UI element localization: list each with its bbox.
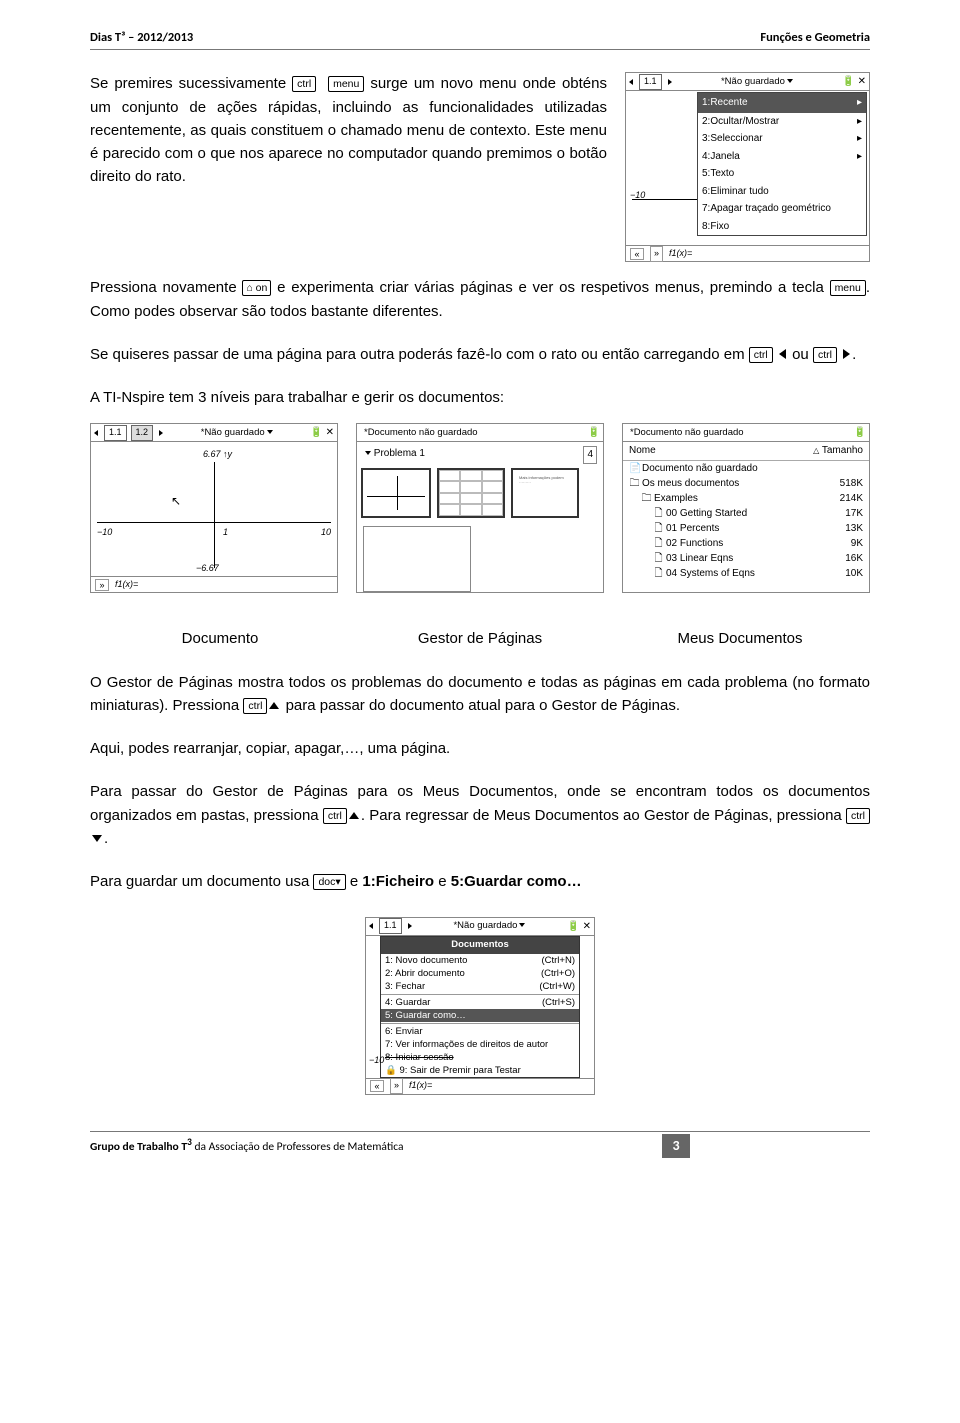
menu-item[interactable]: 🔒 9: Sair de Premir para Testar [381,1064,579,1077]
menu-item[interactable]: 8: Iniciar sessão [381,1051,579,1064]
page-number: 3 [662,1134,690,1158]
file-row[interactable]: 🗋03 Linear Eqns16K [623,551,869,566]
screenshot-meus-docs: *Documento não guardado 🔋 Nome △ Tamanho… [622,423,870,593]
screenshot-documento: 1.1 1.2 *Não guardado 🔋 ✕ 6.67 ↑y −10 1 … [90,423,338,593]
paragraph-2: Pressiona novamente ⌂ on e experimenta c… [90,276,870,323]
paragraph-6: Aqui, podes rearranjar, copiar, apagar,…… [90,737,870,760]
paragraph-7: Para passar do Gestor de Páginas para os… [90,780,870,850]
menu-item[interactable]: 6: Enviar [381,1025,579,1038]
key-doc: doc▾ [313,874,345,890]
paragraph-5: O Gestor de Páginas mostra todos os prob… [90,671,870,718]
file-row[interactable]: 🗋02 Functions9K [623,536,869,551]
menu-item[interactable]: 4: Guardar(Ctrl+S) [381,996,579,1009]
arrow-right-icon [843,349,850,359]
key-home-on: ⌂ on [242,280,271,296]
file-row[interactable]: 📄Documento não guardado [623,461,869,476]
paragraph-3: Se quiseres passar de uma página para ou… [90,343,870,366]
file-row[interactable]: 🗋00 Getting Started17K [623,506,869,521]
documents-menu[interactable]: Documentos 1: Novo documento(Ctrl+N)2: A… [380,936,580,1078]
key-ctrl-5: ctrl [323,808,347,824]
screenshot-context-menu: 1.1 *Não guardado 🔋 ✕ 6.67 ↑y −10 10 1:R… [625,72,870,262]
arrow-left-icon [779,349,786,359]
context-menu[interactable]: 1:Recente▸ 2:Ocultar/Mostrar▸ 3:Seleccio… [697,92,867,236]
menu-item[interactable]: 2: Abrir documento(Ctrl+O) [381,967,579,980]
caption-gestor: Gestor de Páginas [350,627,610,650]
key-ctrl: ctrl [292,76,316,92]
file-row[interactable]: 🗋04 Systems of Eqns10K [623,566,869,581]
paragraph-4: A TI-Nspire tem 3 níveis para trabalhar … [90,386,870,409]
menu-item[interactable]: 5: Guardar como… [381,1009,579,1022]
file-row[interactable]: 🗀Os meus documentos518K [623,476,869,491]
arrow-up-icon-2 [349,812,359,819]
paragraph-8: Para guardar um documento usa doc▾ e 1:F… [90,870,870,893]
tab-1-1: 1.1 [639,74,662,90]
arrow-down-icon [92,835,102,842]
key-menu-2: menu [830,280,866,296]
caption-meus-docs: Meus Documentos [610,627,870,650]
screenshot-gestor: *Documento não guardado 🔋 Problema 14 Ma… [356,423,604,593]
header-left: Dias T³ – 2012/2013 [90,28,193,47]
key-ctrl-6: ctrl [846,808,870,824]
page-footer: Grupo de Trabalho T3 da Associação de Pr… [90,1131,870,1158]
menu-item[interactable]: 1: Novo documento(Ctrl+N) [381,954,579,967]
key-menu: menu [328,76,364,92]
menu-item[interactable]: 7: Ver informações de direitos de autor [381,1038,579,1051]
battery-close-icons: 🔋 ✕ [842,74,866,90]
menu-item[interactable]: 3: Fechar(Ctrl+W) [381,980,579,993]
arrow-up-icon [269,702,279,709]
screenshot-documents-menu: 1.1 *Não guardado 🔋 ✕ Documentos 1: Novo… [365,917,595,1095]
file-row[interactable]: 🗋01 Percents13K [623,521,869,536]
page-header: Dias T³ – 2012/2013 Funções e Geometria [90,28,870,50]
caption-documento: Documento [90,627,350,650]
key-ctrl-3: ctrl [813,347,837,363]
file-row[interactable]: 🗀Examples214K [623,491,869,506]
key-ctrl-4: ctrl [243,698,267,714]
key-ctrl-2: ctrl [749,347,773,363]
header-right: Funções e Geometria [760,28,870,47]
